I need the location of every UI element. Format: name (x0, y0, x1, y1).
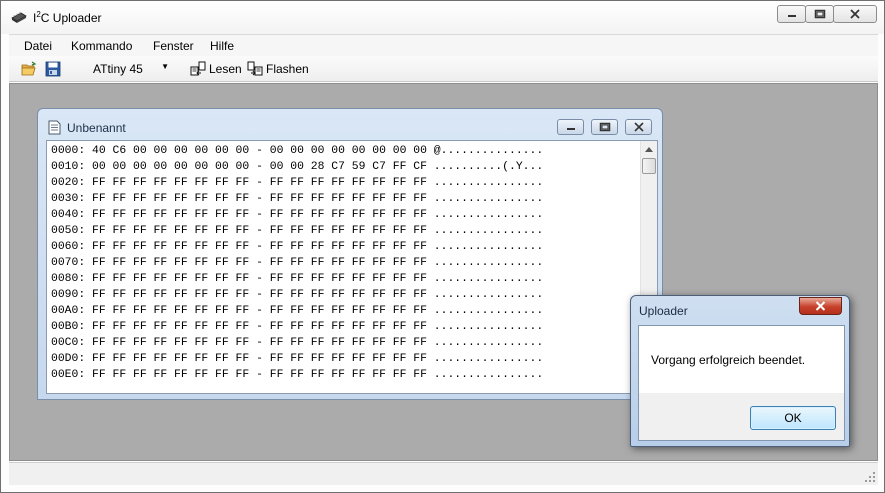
close-icon (633, 122, 644, 132)
hex-view[interactable]: 0000: 40 C6 00 00 00 00 00 00 - 00 00 00… (46, 140, 658, 394)
title-bar[interactable]: I2C Uploader (1, 1, 884, 34)
device-select[interactable]: ATtiny 45 ▼ (85, 58, 173, 79)
chevron-down-icon: ▼ (161, 62, 169, 71)
menu-bar: Datei Kommando Fenster Hilfe (9, 34, 878, 56)
hex-line: 00C0: FF FF FF FF FF FF FF FF - FF FF FF… (51, 337, 544, 349)
chip-icon (11, 12, 27, 23)
child-maximize-button[interactable] (591, 119, 618, 135)
hex-line: 0080: FF FF FF FF FF FF FF FF - FF FF FF… (51, 273, 544, 285)
menu-datei[interactable]: Datei (24, 39, 52, 53)
device-select-value: ATtiny 45 (93, 62, 143, 76)
hex-dump: 0000: 40 C6 00 00 00 00 00 00 - 00 00 00… (51, 143, 543, 383)
floppy-disk-icon[interactable] (45, 61, 61, 77)
ok-button[interactable]: OK (750, 406, 836, 430)
hex-line: 0070: FF FF FF FF FF FF FF FF - FF FF FF… (51, 257, 544, 269)
hex-line: 0050: FF FF FF FF FF FF FF FF - FF FF FF… (51, 225, 544, 237)
hex-line: 00E0: FF FF FF FF FF FF FF FF - FF FF FF… (51, 369, 544, 381)
menu-fenster[interactable]: Fenster (153, 39, 194, 53)
hex-line: 0010: 00 00 00 00 00 00 00 00 - 00 00 28… (51, 161, 544, 173)
restore-icon (599, 122, 610, 132)
scroll-up-button[interactable] (641, 141, 657, 158)
toolbar: ATtiny 45 ▼ Lesen Flashen (9, 56, 878, 82)
window-title: I2C Uploader (33, 10, 102, 25)
close-icon (815, 301, 826, 311)
read-button-label: Lesen (209, 62, 242, 76)
dialog-content: Vorgang erfolgreich beendet. (639, 326, 844, 393)
maximize-button[interactable] (805, 5, 834, 23)
read-button[interactable]: Lesen (190, 59, 248, 79)
dialog-close-button[interactable] (799, 297, 842, 315)
chip-write-icon (247, 61, 263, 76)
hex-line: 0000: 40 C6 00 00 00 00 00 00 - 00 00 00… (51, 145, 544, 157)
document-title: Unbenannt (67, 121, 126, 135)
resize-grip-icon[interactable] (864, 471, 876, 483)
hex-line: 0020: FF FF FF FF FF FF FF FF - FF FF FF… (51, 177, 544, 189)
flash-button[interactable]: Flashen (247, 59, 311, 79)
folder-open-icon[interactable] (21, 61, 37, 77)
arrow-up-icon (645, 147, 653, 152)
hex-line: 0090: FF FF FF FF FF FF FF FF - FF FF FF… (51, 289, 544, 301)
hex-document-window: Unbenannt 0000: 40 C6 00 00 00 00 00 00 … (37, 108, 663, 400)
menu-kommando[interactable]: Kommando (71, 39, 132, 53)
child-minimize-button[interactable] (557, 119, 584, 135)
dialog-title: Uploader (639, 304, 688, 318)
child-close-button[interactable] (625, 119, 652, 135)
dialog-body: Vorgang erfolgreich beendet. OK (638, 325, 845, 441)
hex-line: 0040: FF FF FF FF FF FF FF FF - FF FF FF… (51, 209, 544, 221)
hex-line: 0060: FF FF FF FF FF FF FF FF - FF FF FF… (51, 241, 544, 253)
close-button[interactable] (833, 5, 877, 23)
minimize-icon (787, 15, 796, 17)
status-bar (9, 462, 878, 485)
menu-hilfe[interactable]: Hilfe (210, 39, 234, 53)
flash-button-label: Flashen (266, 62, 309, 76)
scroll-thumb[interactable] (642, 158, 656, 174)
hex-line: 00A0: FF FF FF FF FF FF FF FF - FF FF FF… (51, 305, 544, 317)
dialog-message: Vorgang erfolgreich beendet. (651, 353, 806, 367)
minimize-icon (566, 128, 575, 130)
message-dialog: Uploader Vorgang erfolgreich beendet. OK (630, 295, 850, 447)
close-icon (850, 9, 860, 19)
document-icon (48, 120, 61, 135)
hex-line: 00D0: FF FF FF FF FF FF FF FF - FF FF FF… (51, 353, 544, 365)
hex-line: 00B0: FF FF FF FF FF FF FF FF - FF FF FF… (51, 321, 544, 333)
chip-read-icon (190, 61, 206, 76)
restore-icon (814, 9, 825, 19)
hex-line: 0030: FF FF FF FF FF FF FF FF - FF FF FF… (51, 193, 544, 205)
minimize-button[interactable] (777, 5, 806, 23)
